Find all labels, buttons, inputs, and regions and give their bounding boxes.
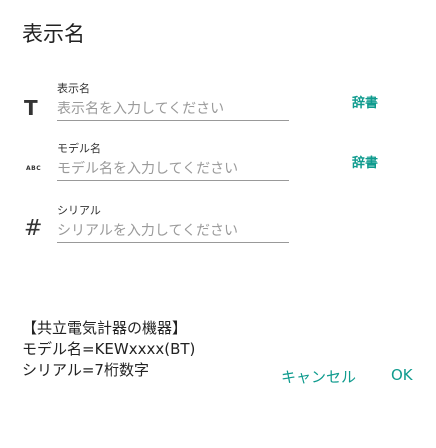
model-name-dictionary-button[interactable]: 辞書 [352, 152, 378, 171]
display-name-input[interactable] [57, 101, 289, 117]
serial-field-container [57, 220, 289, 243]
info-serial-line: シリアル=7桁数字 [22, 361, 149, 379]
ok-button[interactable]: OK [391, 366, 413, 384]
display-name-field-container [57, 98, 289, 121]
dialog-title: 表示名 [22, 22, 85, 46]
display-name-label: 表示名 [57, 82, 90, 95]
model-name-field-container [57, 158, 289, 181]
model-name-label: モデル名 [57, 142, 101, 155]
cancel-button[interactable]: キャンセル [281, 366, 356, 387]
info-model-line: モデル名=KEWxxxx(BT) [22, 340, 196, 358]
model-name-input[interactable] [57, 161, 289, 177]
text-format-icon: T [24, 96, 38, 120]
hash-icon: # [24, 216, 43, 241]
abc-icon: ABC [26, 165, 42, 172]
serial-input[interactable] [57, 223, 289, 239]
display-name-dictionary-button[interactable]: 辞書 [352, 92, 378, 111]
info-heading: 【共立電気計器の機器】 [22, 319, 188, 337]
info-text: 【共立電気計器の機器】 モデル名=KEWxxxx(BT) シリアル=7桁数字 [22, 318, 195, 381]
serial-label: シリアル [57, 204, 101, 217]
